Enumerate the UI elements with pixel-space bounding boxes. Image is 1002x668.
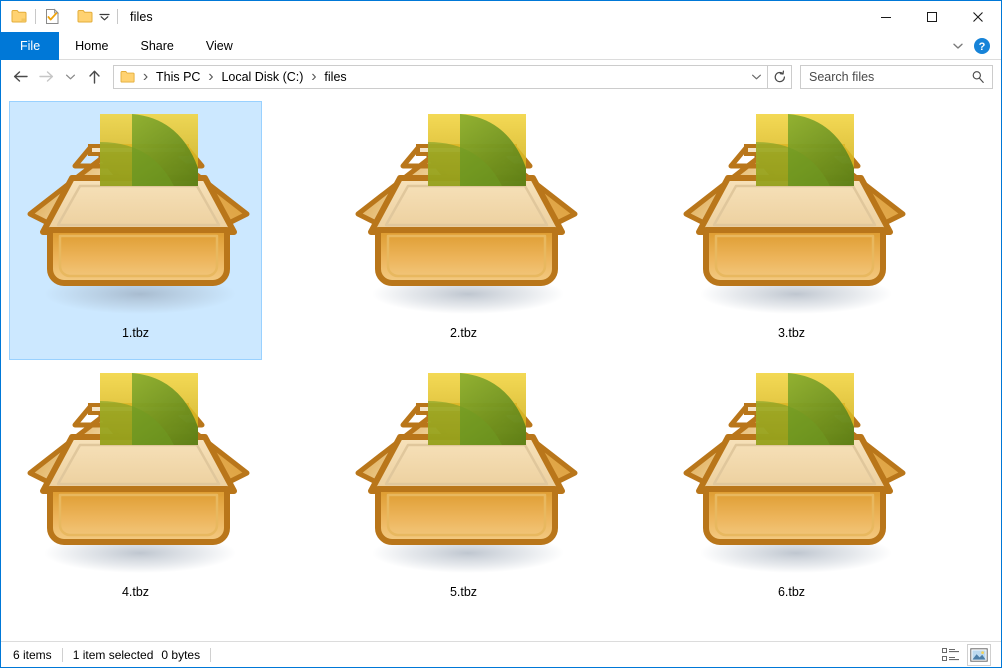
large-icons-view-icon (970, 647, 988, 662)
file-item[interactable]: 2.tbz (337, 101, 590, 360)
large-icons-view-button[interactable] (967, 643, 991, 666)
qat-new-folder-button[interactable] (74, 6, 96, 28)
view-toggle-group (939, 643, 1001, 666)
file-item[interactable]: 3.tbz (665, 101, 918, 360)
forward-arrow-icon (38, 71, 53, 82)
address-bar: › This PC › Local Disk (C:) › files (1, 60, 1001, 93)
search-button[interactable] (968, 70, 988, 84)
file-icon-wrap (664, 102, 920, 324)
breadcrumb-item-files[interactable]: files (321, 67, 349, 87)
back-arrow-icon (13, 71, 28, 82)
ribbon-tabs: File Home Share View ? (1, 32, 1001, 60)
file-icon-wrap (336, 102, 592, 324)
item-count: 6 items (13, 647, 52, 662)
window-title: files (130, 9, 153, 24)
qat-properties-button[interactable] (41, 6, 63, 28)
breadcrumb-item-local-disk[interactable]: Local Disk (C:) (218, 67, 306, 87)
properties-icon (45, 8, 59, 24)
back-button[interactable] (7, 64, 33, 90)
folder-icon (11, 10, 26, 23)
title-bar: files (1, 1, 1001, 32)
quick-access-toolbar (8, 6, 123, 28)
details-view-icon (942, 647, 959, 661)
file-name-label: 1.tbz (121, 326, 150, 340)
tab-view[interactable]: View (190, 32, 249, 60)
breadcrumb-separator: › (311, 67, 317, 85)
explorer-window: files File Home Share View ? › This PC ›… (0, 0, 1002, 668)
search-icon (972, 70, 984, 83)
qat-customize-button[interactable] (96, 6, 112, 28)
breadcrumb[interactable]: › This PC › Local Disk (C:) › files (113, 64, 792, 89)
icon-grid: 1.tbz 2.tbz 3.tbz 4.tbz 5.tbz 6.tbz (9, 101, 1001, 619)
help-icon: ? (974, 37, 990, 54)
breadcrumb-dropdown-button[interactable] (745, 66, 767, 88)
new-folder-icon (77, 10, 92, 23)
search-box[interactable] (800, 64, 993, 89)
expand-ribbon-button[interactable] (947, 34, 969, 58)
minimize-button[interactable] (863, 1, 909, 32)
forward-button[interactable] (33, 64, 59, 90)
selection-size: 0 bytes (161, 647, 201, 662)
chevron-down-icon (751, 74, 761, 79)
details-view-button[interactable] (939, 644, 963, 666)
tab-home[interactable]: Home (59, 32, 124, 60)
file-item[interactable]: 4.tbz (9, 360, 262, 619)
maximize-icon (927, 11, 937, 22)
breadcrumb-item-this-pc[interactable]: This PC (153, 67, 203, 87)
status-divider (210, 647, 212, 662)
svg-text:?: ? (979, 41, 986, 53)
close-icon (973, 11, 983, 22)
archive-box-icon (355, 114, 577, 314)
folder-icon (120, 70, 135, 83)
file-icon-wrap (8, 361, 264, 583)
archive-box-icon (683, 373, 905, 573)
help-button[interactable]: ? (971, 35, 993, 57)
refresh-icon (774, 70, 785, 82)
chevron-down-icon (65, 74, 75, 79)
chevron-down-icon (98, 13, 110, 20)
qat-separator-1 (35, 9, 36, 24)
status-divider (61, 647, 63, 662)
file-list-view[interactable]: 1.tbz 2.tbz 3.tbz 4.tbz 5.tbz 6.tbz (1, 93, 1001, 641)
archive-box-icon (27, 114, 249, 314)
refresh-button[interactable] (767, 64, 791, 89)
archive-box-icon (355, 373, 577, 573)
archive-box-icon (683, 114, 905, 314)
tab-share[interactable]: Share (125, 32, 190, 60)
file-name-label: 6.tbz (777, 585, 806, 599)
file-item[interactable]: 1.tbz (9, 101, 262, 360)
breadcrumb-folder-icon-wrap (118, 70, 138, 84)
file-icon-wrap (664, 361, 920, 583)
tab-file[interactable]: File (1, 32, 60, 60)
status-bar: 6 items 1 item selected 0 bytes (1, 641, 1001, 667)
breadcrumb-separator: › (208, 67, 214, 85)
up-arrow-icon (88, 70, 100, 84)
file-icon-wrap (336, 361, 592, 583)
file-name-label: 2.tbz (449, 326, 478, 340)
chevron-down-icon (953, 43, 963, 49)
ribbon-right-controls: ? (947, 32, 1001, 59)
file-name-label: 4.tbz (121, 585, 150, 599)
window-controls (863, 1, 1001, 32)
qat-folder-button[interactable] (8, 6, 30, 28)
selection-status: 1 item selected (72, 647, 154, 662)
file-item[interactable]: 5.tbz (337, 360, 590, 619)
qat-separator-2 (117, 9, 118, 24)
recent-locations-button[interactable] (59, 64, 81, 90)
archive-box-icon (27, 373, 249, 573)
close-button[interactable] (955, 1, 1001, 32)
file-icon-wrap (8, 102, 264, 324)
file-item[interactable]: 6.tbz (665, 360, 918, 619)
maximize-button[interactable] (909, 1, 955, 32)
up-button[interactable] (81, 64, 107, 90)
file-name-label: 5.tbz (449, 585, 478, 599)
breadcrumb-separator: › (142, 67, 149, 85)
search-input[interactable] (809, 69, 969, 84)
file-name-label: 3.tbz (777, 326, 806, 340)
minimize-icon (881, 16, 891, 18)
